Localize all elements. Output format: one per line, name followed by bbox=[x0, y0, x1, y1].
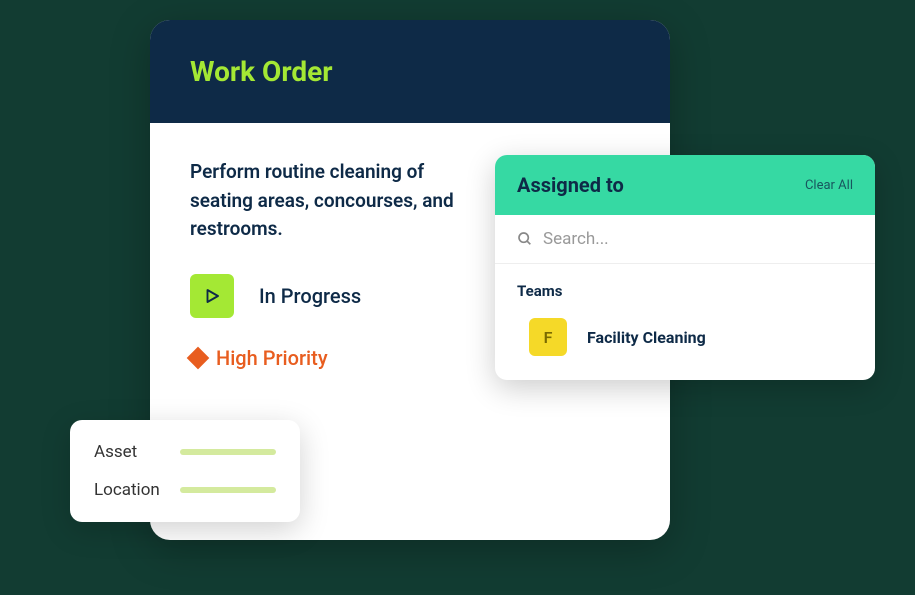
status-badge bbox=[190, 274, 234, 318]
clear-all-button[interactable]: Clear All bbox=[805, 178, 853, 193]
teams-section: Teams F Facility Cleaning bbox=[495, 264, 875, 380]
assigned-card: Assigned to Clear All Teams F Facility C… bbox=[495, 155, 875, 380]
location-row: Location bbox=[94, 480, 276, 500]
search-input[interactable] bbox=[543, 229, 853, 249]
asset-label: Asset bbox=[94, 442, 166, 462]
team-avatar: F bbox=[529, 318, 567, 356]
status-label: In Progress bbox=[259, 284, 361, 308]
location-placeholder-bar bbox=[180, 487, 276, 493]
diamond-icon bbox=[187, 346, 210, 369]
assigned-title: Assigned to bbox=[517, 173, 624, 197]
search-row bbox=[495, 215, 875, 264]
teams-label: Teams bbox=[517, 282, 853, 300]
work-order-title: Work Order bbox=[190, 55, 630, 88]
asset-placeholder-bar bbox=[180, 449, 276, 455]
assigned-header: Assigned to Clear All bbox=[495, 155, 875, 215]
team-row[interactable]: F Facility Cleaning bbox=[517, 318, 853, 356]
play-icon bbox=[203, 287, 221, 305]
location-label: Location bbox=[94, 480, 166, 500]
team-name: Facility Cleaning bbox=[587, 328, 706, 347]
search-icon bbox=[517, 231, 533, 247]
work-order-description: Perform routine cleaning of seating area… bbox=[190, 158, 490, 244]
work-order-header: Work Order bbox=[150, 20, 670, 123]
asset-row: Asset bbox=[94, 442, 276, 462]
priority-label: High Priority bbox=[216, 346, 328, 370]
meta-card: Asset Location bbox=[70, 420, 300, 522]
